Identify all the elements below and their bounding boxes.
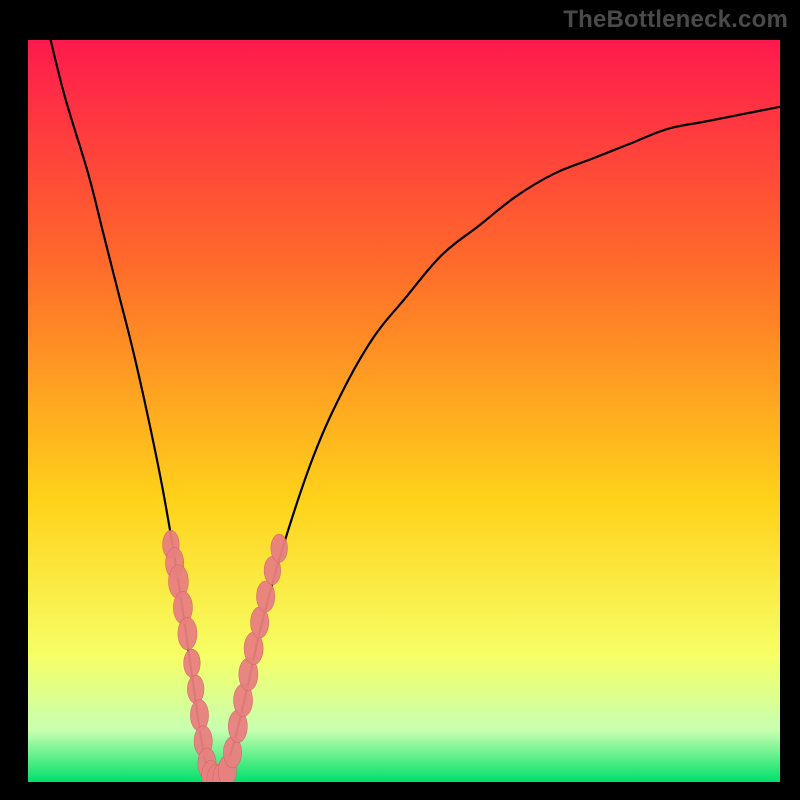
chart-frame: TheBottleneck.com [0,0,800,800]
data-markers [28,40,780,782]
plot-area [28,40,780,782]
watermark-text: TheBottleneck.com [563,6,788,34]
